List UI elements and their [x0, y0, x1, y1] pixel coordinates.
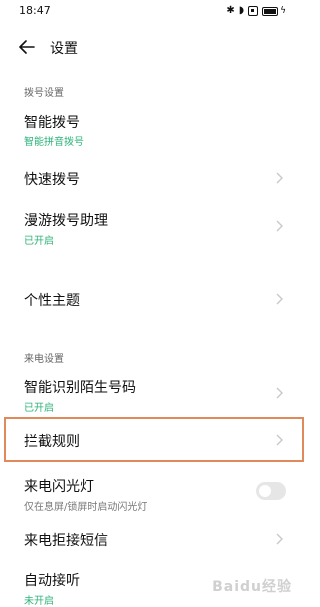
section-header-incoming: 来电设置: [24, 354, 64, 365]
smart-identify-subtitle: 已开启: [24, 403, 54, 414]
chevron-right-icon: [276, 172, 283, 184]
chevron-right-icon: [276, 387, 283, 399]
smart-identify-row[interactable]: 智能识别陌生号码 已开启: [0, 368, 314, 416]
chevron-right-icon: [276, 533, 283, 545]
watermark: Baidu经验: [212, 579, 292, 595]
smart-identify-title: 智能识别陌生号码: [24, 380, 136, 396]
bluetooth-icon: ✱: [226, 5, 235, 16]
arrow-left-icon[interactable]: [19, 40, 35, 54]
theme-row[interactable]: 个性主题: [0, 280, 314, 320]
page-title: 设置: [50, 41, 78, 57]
flash-light-subtitle: 仅在息屏/锁屏时启动闪光灯: [24, 502, 148, 513]
flash-light-row[interactable]: 来电闪光灯 仅在息屏/锁屏时启动闪光灯: [0, 468, 314, 516]
wifi-icon: ◗: [238, 5, 245, 16]
battery-icon: [262, 6, 279, 16]
title-bar: 设置: [0, 34, 314, 62]
auto-answer-title: 自动接听: [24, 573, 80, 589]
charging-icon: ϟ: [280, 6, 286, 16]
speed-dial-title: 快速拨号: [24, 172, 80, 188]
roaming-assistant-row[interactable]: 漫游拨号助理 已开启: [0, 200, 314, 252]
status-icons: ✱ ◗ ϟ: [226, 5, 286, 17]
auto-answer-subtitle: 未开启: [24, 596, 54, 607]
flash-light-title: 来电闪光灯: [24, 479, 94, 495]
reject-sms-row[interactable]: 来电拒接短信: [0, 520, 314, 560]
flash-light-toggle[interactable]: [256, 482, 286, 500]
section-header-dial: 拨号设置: [24, 88, 64, 99]
smart-dial-row[interactable]: 智能拨号 智能拼音拨号: [0, 104, 314, 148]
smart-dial-title: 智能拨号: [24, 115, 80, 131]
theme-title: 个性主题: [24, 293, 80, 309]
smart-dial-subtitle: 智能拼音拨号: [24, 137, 84, 148]
sim-icon: [248, 6, 259, 16]
highlight-box: [4, 417, 304, 462]
chevron-right-icon: [276, 220, 283, 232]
roaming-assistant-subtitle: 已开启: [24, 236, 54, 247]
speed-dial-row[interactable]: 快速拨号: [0, 158, 314, 198]
status-time: 18:47: [19, 4, 51, 17]
chevron-right-icon: [276, 293, 283, 305]
toggle-knob: [259, 485, 271, 497]
roaming-assistant-title: 漫游拨号助理: [24, 213, 108, 229]
reject-sms-title: 来电拒接短信: [24, 533, 108, 549]
status-bar: 18:47 ✱ ◗ ϟ: [0, 0, 314, 24]
